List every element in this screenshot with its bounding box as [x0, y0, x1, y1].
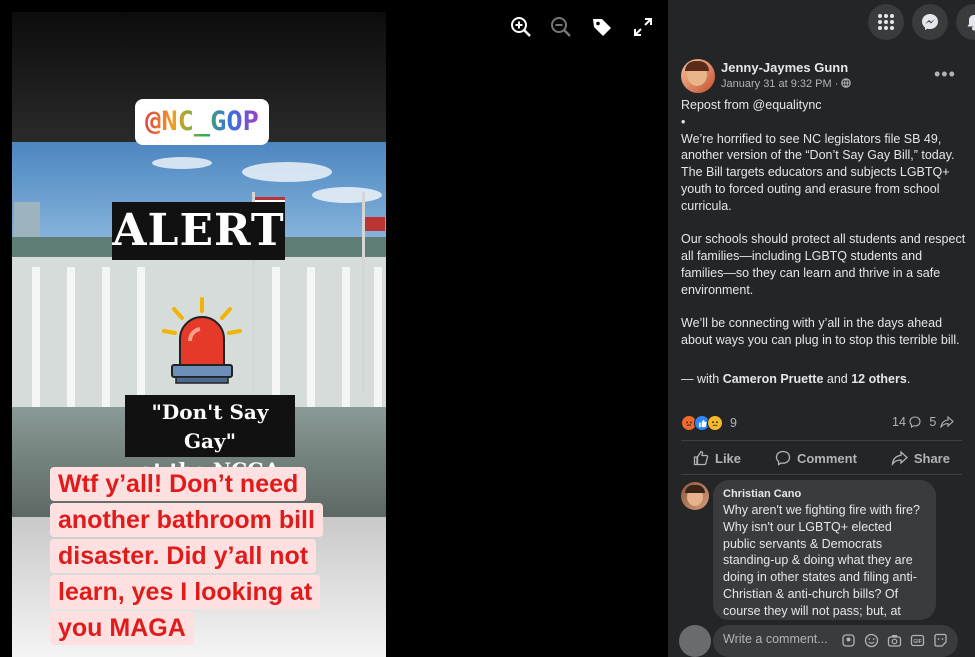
- share-button[interactable]: Share: [879, 448, 962, 468]
- tagged-others-link[interactable]: 12 others: [851, 372, 907, 386]
- with-prefix: — with: [681, 372, 723, 386]
- share-count-icon: [940, 415, 954, 429]
- handle-tag-sticker: @NC_GOP: [135, 99, 269, 145]
- like-button[interactable]: Like: [681, 448, 753, 468]
- post-body: Repost from @equalitync • We’re horrifie…: [681, 97, 966, 349]
- post-date-text[interactable]: January 31 at 9:32 PM ·: [721, 78, 838, 90]
- post-paragraph: •: [681, 114, 686, 129]
- share-label: Share: [913, 450, 950, 466]
- state-flag-icon: [365, 217, 385, 231]
- svg-text:GIF: GIF: [913, 639, 921, 645]
- sticker-icon[interactable]: [933, 633, 948, 648]
- caption-line: disaster. Did y’all not: [50, 539, 317, 573]
- caption-line: you MAGA: [50, 611, 194, 645]
- caption-line: Wtf y’all! Don’t need: [50, 467, 307, 501]
- avatar-sticker-icon[interactable]: [841, 633, 856, 648]
- with-suffix: .: [906, 372, 911, 386]
- comment-count[interactable]: 14: [892, 415, 921, 429]
- fullscreen-icon[interactable]: [632, 16, 654, 38]
- menu-grid-icon[interactable]: [868, 4, 904, 40]
- like-icon: [693, 450, 709, 466]
- comment-composer[interactable]: GIF: [713, 625, 958, 657]
- like-label: Like: [715, 450, 742, 466]
- commenter-avatar[interactable]: [681, 482, 709, 510]
- post-paragraph: Our schools should protect all students …: [681, 232, 966, 297]
- notifications-icon[interactable]: [956, 4, 975, 40]
- post-date[interactable]: January 31 at 9:32 PM ·: [721, 78, 852, 90]
- caption-line: another bathroom bill: [50, 503, 323, 537]
- comment-button[interactable]: Comment: [763, 448, 869, 468]
- more-options-icon[interactable]: •••: [934, 64, 956, 85]
- zoom-out-icon[interactable]: [550, 16, 572, 38]
- reactions-summary[interactable]: 9: [681, 415, 737, 431]
- share-count-value: 5: [929, 415, 937, 429]
- post-author[interactable]: Jenny-Jaymes Gunn: [721, 60, 848, 75]
- alert-banner: ALERT: [112, 202, 285, 260]
- post-side-panel: Jenny-Jaymes Gunn January 31 at 9:32 PM …: [668, 0, 975, 657]
- top-buttons: [868, 4, 975, 40]
- comment-icon: [775, 450, 791, 466]
- with-and: and: [823, 372, 852, 386]
- emoji-icon[interactable]: [864, 633, 879, 648]
- tag-icon[interactable]: [591, 16, 613, 38]
- tagged-person-link[interactable]: Cameron Pruette: [723, 372, 824, 386]
- messenger-icon[interactable]: [912, 4, 948, 40]
- dont-say-gay-banner: "Don't Say Gay" at the NCGA: [125, 395, 295, 482]
- comment-input[interactable]: [723, 632, 838, 646]
- caption-line: learn, yes I looking at: [50, 575, 321, 609]
- post-actions: Like Comment Share: [681, 448, 962, 468]
- gif-icon[interactable]: GIF: [910, 633, 925, 648]
- tagged-people: — with Cameron Pruette and 12 others.: [681, 372, 910, 386]
- comment-count-value: 14: [892, 415, 906, 429]
- share-icon: [891, 450, 908, 466]
- siren-icon: [162, 297, 242, 384]
- story-image: @NC_GOP ALERT "Don't Say Gay" at the NCG…: [12, 12, 386, 657]
- author-avatar[interactable]: [681, 59, 715, 93]
- globe-icon: [841, 78, 852, 88]
- share-count[interactable]: 5: [929, 415, 954, 429]
- photo-viewer: @NC_GOP ALERT "Don't Say Gay" at the NCG…: [0, 0, 668, 657]
- post-paragraph: Repost from @equalitync: [681, 98, 822, 112]
- reaction-count: 9: [730, 416, 737, 430]
- camera-icon[interactable]: [887, 633, 902, 648]
- composer-tools: GIF: [841, 633, 948, 648]
- comment-bubble: Christian Cano Why aren't we fighting fi…: [713, 480, 936, 620]
- post-paragraph: We’re horrified to see NC legislators fi…: [681, 131, 955, 213]
- post-paragraph: We’ll be connecting with y’all in the da…: [681, 316, 960, 348]
- banner-line-1: "Don't Say Gay": [151, 400, 269, 453]
- comment-count-icon: [909, 416, 921, 428]
- commenter-name[interactable]: Christian Cano: [723, 488, 926, 500]
- comment-text: Why aren't we fighting fire with fire? W…: [723, 503, 920, 618]
- divider: [681, 440, 962, 441]
- story-caption: Wtf y’all! Don’t need another bathroom b…: [50, 466, 355, 646]
- zoom-in-icon[interactable]: [510, 16, 532, 38]
- current-user-avatar: [679, 625, 711, 657]
- sad-reaction-icon: [707, 415, 723, 431]
- comment-label: Comment: [796, 450, 857, 466]
- divider: [681, 474, 962, 475]
- engagement-counts: 14 5: [892, 415, 954, 429]
